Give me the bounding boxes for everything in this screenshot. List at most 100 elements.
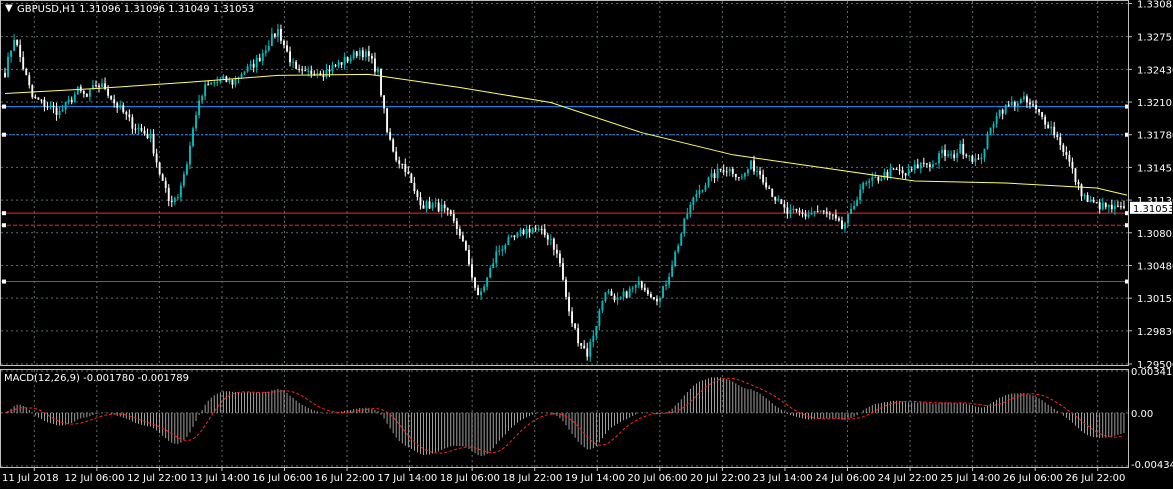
candle-body	[522, 229, 525, 234]
time-tick-label: 11 Jul 2018	[2, 473, 59, 484]
candle-body	[762, 174, 765, 183]
candle-body	[25, 68, 28, 76]
price-tick-label: 1.32755	[1137, 33, 1173, 44]
candle-body	[1047, 124, 1050, 129]
candle-body	[847, 214, 849, 224]
candle-body	[82, 91, 85, 94]
macd-tick-label: 0.00	[1131, 409, 1153, 420]
candle-body	[904, 173, 907, 176]
candle-body	[498, 250, 501, 252]
candle-body	[649, 294, 652, 298]
candle-body	[255, 57, 258, 68]
candle-body	[70, 99, 73, 102]
candle-body	[753, 160, 755, 172]
candle-body	[695, 193, 698, 198]
candle-body	[46, 106, 49, 108]
candle-body	[889, 168, 892, 177]
candle-body	[1032, 104, 1034, 106]
candle-body	[816, 211, 819, 213]
candle-body	[792, 208, 795, 210]
candle-body	[161, 174, 164, 181]
candle-body	[980, 157, 983, 160]
candle-body	[55, 107, 58, 115]
candle-body	[910, 169, 913, 171]
price-tick-label: 1.31780	[1137, 131, 1173, 142]
candle-body	[273, 33, 276, 37]
candle-body	[880, 178, 883, 181]
candle-body	[1038, 109, 1040, 113]
candle-body	[831, 214, 834, 216]
candle-body	[983, 148, 986, 158]
candle-body	[364, 51, 367, 58]
candle-body	[583, 345, 586, 349]
macd-tick-label: 0.003416	[1131, 367, 1173, 378]
candle-body	[210, 82, 213, 85]
candle-body	[304, 70, 307, 72]
candle-body	[146, 133, 149, 139]
candle-body	[895, 168, 898, 170]
candle-body	[1089, 199, 1092, 202]
time-tick-label: 18 Jul 22:00	[502, 473, 562, 484]
candle-body	[289, 51, 291, 63]
candle-body	[1019, 99, 1022, 104]
candle-body	[182, 174, 185, 186]
candle-body	[307, 70, 310, 72]
candle-body	[280, 28, 282, 41]
candle-body	[189, 145, 191, 165]
candle-body	[868, 180, 871, 183]
candle-body	[37, 97, 40, 100]
price-tick-label: 1.32105	[1137, 98, 1173, 109]
candle-body	[719, 168, 722, 171]
candle-body	[352, 51, 355, 59]
candle-body	[334, 65, 337, 67]
candle-body	[76, 86, 79, 95]
candle-body	[992, 123, 995, 128]
candle-body	[10, 50, 13, 57]
level-handle[interactable]	[2, 211, 6, 216]
candle-body	[713, 173, 716, 179]
candle-body	[574, 323, 577, 329]
candle-body	[137, 128, 140, 130]
candle-body	[728, 168, 731, 172]
candle-body	[458, 228, 461, 236]
candle-body	[525, 228, 528, 234]
time-tick-label: 18 Jul 06:00	[440, 473, 500, 484]
candle-body	[1001, 109, 1004, 114]
time-tick-label: 23 Jul 14:00	[753, 473, 813, 484]
candle-body	[941, 149, 943, 154]
candle-body	[565, 279, 567, 297]
candle-body	[828, 213, 831, 215]
candle-body	[686, 213, 689, 219]
level-handle[interactable]	[2, 223, 6, 228]
candle-body	[1022, 96, 1025, 100]
candle-body	[131, 117, 134, 129]
candle-body	[1062, 145, 1065, 152]
candle-body	[101, 83, 103, 87]
time-tick-label: 12 Jul 22:00	[127, 473, 187, 484]
level-handle[interactable]	[2, 132, 6, 137]
candle-body	[222, 76, 225, 80]
candle-body	[616, 297, 619, 300]
candle-body	[98, 85, 100, 87]
candle-body	[989, 127, 992, 134]
candle-body	[413, 182, 416, 192]
candle-body	[207, 84, 210, 86]
candle-body	[125, 112, 128, 115]
level-handle[interactable]	[2, 104, 6, 109]
candle-body	[58, 110, 61, 115]
candle-body	[480, 291, 483, 296]
current-price-tag-text: 1.31053	[1133, 204, 1173, 215]
candle-body	[367, 51, 370, 57]
candle-body	[692, 197, 695, 205]
candle-body	[1010, 101, 1013, 106]
candle-body	[443, 204, 446, 209]
level-handle[interactable]	[2, 279, 6, 284]
candle-body	[52, 105, 55, 108]
candle-body	[410, 173, 413, 183]
candle-body	[765, 182, 768, 188]
candle-body	[243, 71, 246, 74]
candle-body	[310, 70, 313, 74]
candle-body	[853, 206, 856, 209]
candle-body	[495, 251, 498, 264]
symbol-dropdown-arrow-icon[interactable]: ▼	[5, 3, 13, 14]
